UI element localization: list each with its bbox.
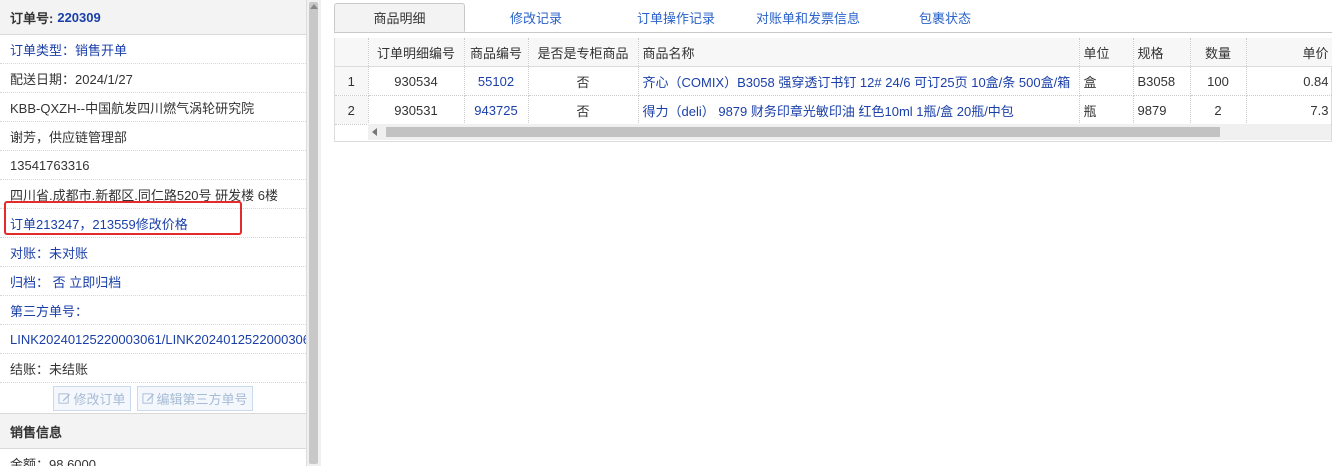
edit-order-label: 修改订单 xyxy=(73,391,126,407)
cell-detail-id: 930534 xyxy=(368,66,465,96)
cell-detail-id: 930531 xyxy=(368,95,465,125)
delivery-date: 配送日期：2024/1/27 xyxy=(0,64,306,93)
cell-unit: 盒 xyxy=(1079,66,1134,96)
horizontal-scrollbar[interactable] xyxy=(368,124,1331,140)
order-info-panel: 订单号: 220309 订单类型：销售开单 配送日期：2024/1/27 KBB… xyxy=(0,0,306,466)
col-counter-product[interactable]: 是否是专柜商品 xyxy=(528,38,639,67)
sales-amount: 金额：98.6000 xyxy=(0,449,306,466)
cell-product-id[interactable]: 943725 xyxy=(464,95,529,125)
contact-phone: 13541763316 xyxy=(0,151,306,180)
table-header-row: 订单明细编号 商品编号 是否是专柜商品 商品名称 单位 规格 数量 单价 xyxy=(335,38,1332,67)
edit-third-party-button[interactable]: 编辑第三方单号 xyxy=(136,385,253,411)
col-spec[interactable]: 规格 xyxy=(1133,38,1191,67)
scrollbar-thumb[interactable] xyxy=(309,2,318,464)
tab-product-details[interactable]: 商品明细 xyxy=(334,3,465,32)
reconcile-status-link[interactable]: 对账：未对账 xyxy=(0,238,306,267)
tab-operation-log[interactable]: 订单操作记录 xyxy=(614,3,738,32)
sales-info-title: 销售信息 xyxy=(0,414,306,449)
tab-bar: 商品明细 修改记录 订单操作记录 对账单和发票信息 包裹状态 xyxy=(334,0,1332,33)
tab-change-log[interactable]: 修改记录 xyxy=(484,3,588,32)
scroll-up-arrow-icon[interactable] xyxy=(310,4,318,9)
customer-name: KBB-QXZH--中国航发四川燃气涡轮研究院 xyxy=(0,93,306,122)
order-number: 220309 xyxy=(57,9,101,25)
order-type-link[interactable]: 订单类型：销售开单 xyxy=(0,35,306,64)
col-unit-price[interactable]: 单价 xyxy=(1246,38,1332,67)
edit-icon xyxy=(141,392,154,404)
third-party-order-link[interactable]: LINK20240125220003061/LINK20240125220003… xyxy=(0,325,306,354)
panel-scrollbar[interactable] xyxy=(306,0,321,466)
contact-person: 谢芳，供应链管理部 xyxy=(0,122,306,151)
third-party-label: 第三方单号： xyxy=(0,296,306,325)
order-actions: 修改订单 编辑第三方单号 xyxy=(0,383,306,414)
cell-quantity: 100 xyxy=(1190,66,1247,96)
scroll-left-arrow-icon[interactable] xyxy=(372,128,377,136)
order-label: 订单号: xyxy=(10,10,54,26)
cell-spec: B3058 xyxy=(1133,66,1191,96)
col-rownum xyxy=(335,38,369,67)
cell-unit-price: 7.3 xyxy=(1246,95,1332,125)
row-number: 2 xyxy=(335,95,369,125)
edit-third-party-label: 编辑第三方单号 xyxy=(156,391,248,407)
tab-invoice-info[interactable]: 对账单和发票信息 xyxy=(744,3,872,32)
cell-product-name[interactable]: 齐心（COMIX）B3058 强穿透订书钉 12# 24/6 可订25页 10盒… xyxy=(638,66,1080,96)
cell-counter-product: 否 xyxy=(528,66,639,96)
cell-unit-price: 0.84 xyxy=(1246,66,1332,96)
product-table: 订单明细编号 商品编号 是否是专柜商品 商品名称 单位 规格 数量 单价 1 9… xyxy=(335,38,1332,125)
highlight-box xyxy=(4,201,242,235)
table-row[interactable]: 1 930534 55102 否 齐心（COMIX）B3058 强穿透订书钉 1… xyxy=(335,66,1332,96)
archive-status-link[interactable]: 归档： 否 立即归档 xyxy=(0,267,306,296)
col-unit[interactable]: 单位 xyxy=(1079,38,1134,67)
cell-unit: 瓶 xyxy=(1079,95,1134,125)
cell-product-id[interactable]: 55102 xyxy=(464,66,529,96)
col-product-id[interactable]: 商品编号 xyxy=(464,38,529,67)
horizontal-scroll-thumb[interactable] xyxy=(386,127,1220,137)
detail-panel: 商品明细 修改记录 订单操作记录 对账单和发票信息 包裹状态 订单明细编号 商品… xyxy=(334,0,1332,466)
product-grid: 订单明细编号 商品编号 是否是专柜商品 商品名称 单位 规格 数量 单价 1 9… xyxy=(334,38,1332,142)
order-header: 订单号: 220309 xyxy=(0,0,306,35)
tab-package-status[interactable]: 包裹状态 xyxy=(897,3,993,32)
row-number: 1 xyxy=(335,66,369,96)
cell-counter-product: 否 xyxy=(528,95,639,125)
edit-order-button[interactable]: 修改订单 xyxy=(53,385,131,411)
cell-product-name[interactable]: 得力（deli） 9879 财务印章光敏印油 红色10ml 1瓶/盒 20瓶/中… xyxy=(638,95,1080,125)
settlement-status: 结账：未结账 xyxy=(0,354,306,383)
col-product-name[interactable]: 商品名称 xyxy=(638,38,1080,67)
col-detail-id[interactable]: 订单明细编号 xyxy=(368,38,465,67)
cell-quantity: 2 xyxy=(1190,95,1247,125)
cell-spec: 9879 xyxy=(1133,95,1191,125)
table-row[interactable]: 2 930531 943725 否 得力（deli） 9879 财务印章光敏印油… xyxy=(335,95,1332,125)
col-quantity[interactable]: 数量 xyxy=(1190,38,1247,67)
edit-icon xyxy=(58,392,71,404)
